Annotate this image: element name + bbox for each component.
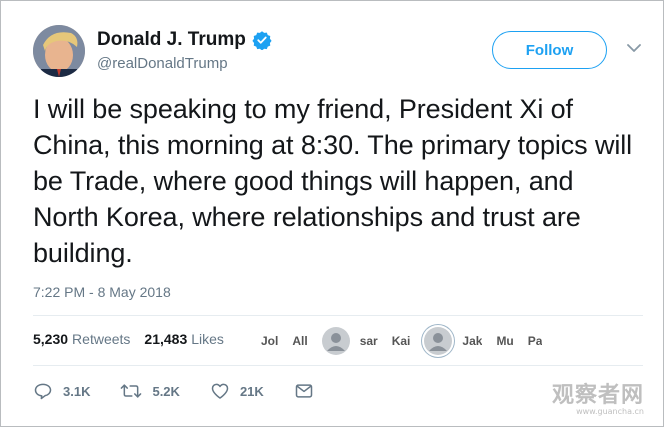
liker-name[interactable]: Mu [496, 334, 513, 348]
follow-button[interactable]: Follow [492, 31, 607, 69]
likers-list: Jol All sar Kai Jak Mu Pa [261, 325, 556, 357]
author-name-text[interactable]: Donald J. Trump [97, 29, 246, 51]
divider [33, 365, 643, 366]
likes-stat[interactable]: 21,483 Likes [144, 331, 224, 347]
direct-message-icon [295, 384, 313, 398]
tweet-actions: 3.1K 5.2K 21K [33, 381, 354, 401]
likes-label: Likes [191, 331, 224, 347]
author-avatar[interactable] [33, 25, 85, 77]
reply-button[interactable]: 3.1K [33, 381, 90, 401]
retweet-button[interactable]: 5.2K [120, 381, 180, 401]
retweets-label: Retweets [72, 331, 131, 347]
tweet-stats: 5,230 Retweets 21,483 Likes [33, 331, 238, 347]
likes-count: 21,483 [144, 331, 188, 347]
liker-name[interactable]: Jak [462, 334, 482, 348]
retweets-stat[interactable]: 5,230 Retweets [33, 331, 130, 347]
direct-message-button[interactable] [294, 381, 324, 401]
liker-name[interactable]: Pa [528, 334, 543, 348]
liker-avatar-default[interactable] [424, 327, 453, 355]
default-profile-icon [429, 333, 448, 351]
like-count: 21K [239, 383, 264, 399]
verified-badge-icon [252, 31, 272, 50]
tweet-timestamp[interactable]: 7:22 PM - 8 May 2018 [33, 284, 171, 300]
divider [33, 315, 643, 316]
tweet-card: Donald J. Trump @realDonaldTrump Follow … [0, 0, 664, 427]
retweet-icon [121, 384, 142, 398]
author-handle[interactable]: @realDonaldTrump [97, 55, 228, 72]
reply-icon [34, 383, 52, 400]
liker-name[interactable]: sar [360, 334, 378, 348]
author-name[interactable]: Donald J. Trump [97, 29, 272, 51]
liker-name[interactable]: Kai [392, 334, 411, 348]
watermark-main: 观察者网 [552, 383, 645, 408]
reply-count: 3.1K [63, 383, 91, 399]
site-watermark: 观察者网 www.guancha.cn [552, 377, 644, 416]
like-button[interactable]: 21K [210, 381, 264, 401]
default-profile-icon [326, 333, 345, 351]
liker-name[interactable]: Jol [261, 334, 278, 348]
chevron-down-icon[interactable] [625, 39, 643, 57]
liker-name[interactable]: All [292, 334, 307, 348]
retweet-count: 5.2K [152, 383, 180, 399]
like-icon [211, 383, 229, 399]
liker-avatar-default[interactable] [321, 327, 350, 355]
retweets-count: 5,230 [33, 331, 69, 347]
tweet-text: I will be speaking to my friend, Preside… [33, 94, 633, 268]
